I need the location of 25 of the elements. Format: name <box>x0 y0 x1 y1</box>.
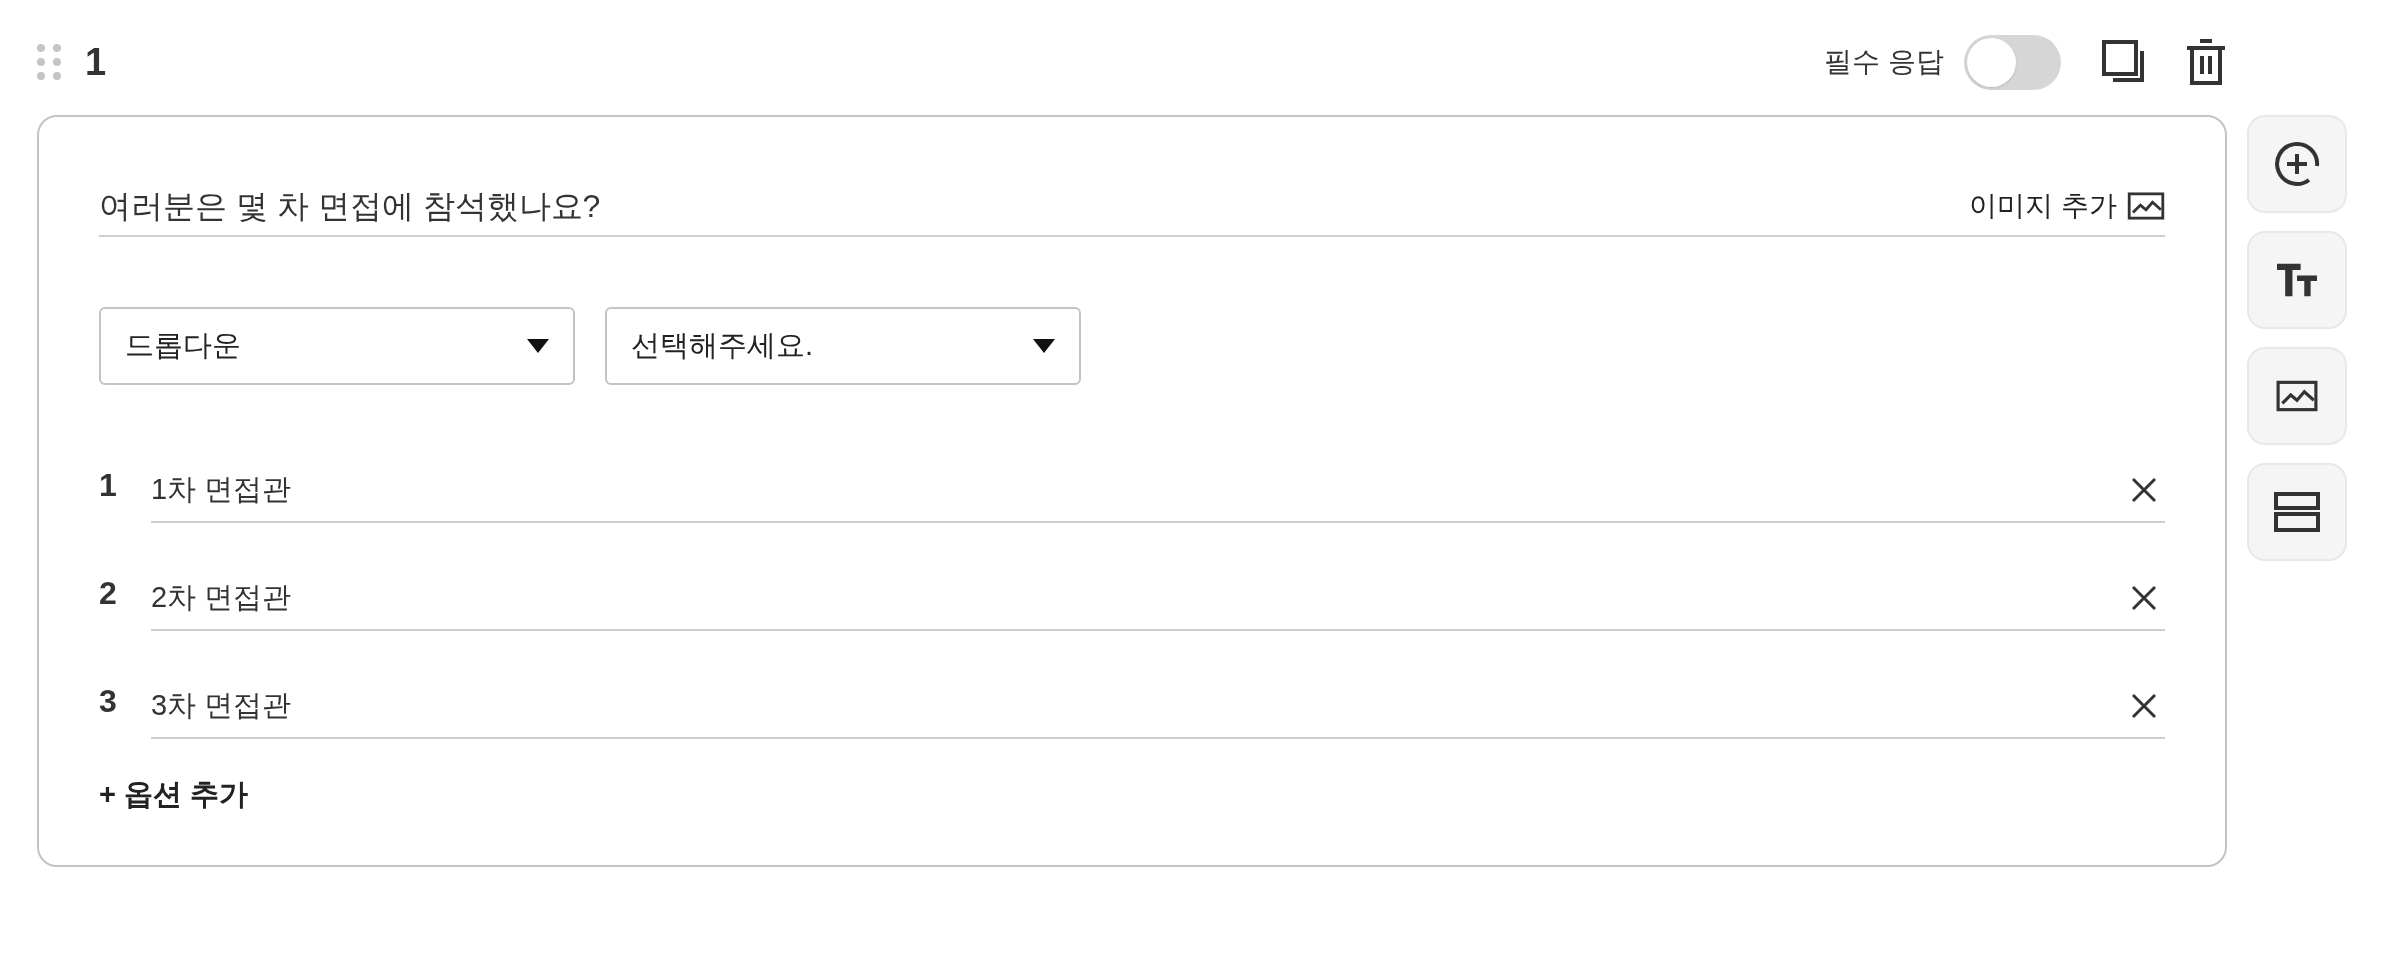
close-icon[interactable] <box>2131 693 2157 719</box>
close-icon[interactable] <box>2131 477 2157 503</box>
option-number: 2 <box>99 574 118 613</box>
close-icon[interactable] <box>2131 585 2157 611</box>
dropdown-select[interactable]: 선택해주세요. <box>605 307 1081 385</box>
option-field[interactable]: 1차 면접관 <box>151 468 2131 512</box>
add-image-button[interactable]: 이미지 추가 <box>1969 185 2165 227</box>
option-field[interactable]: 3차 면접관 <box>151 684 2131 728</box>
option-field[interactable]: 2차 면접관 <box>151 576 2131 620</box>
image-icon[interactable] <box>2247 347 2347 445</box>
option-number: 1 <box>99 466 118 505</box>
add-option-button[interactable]: + 옵션 추가 <box>99 773 249 817</box>
trash-icon[interactable] <box>2185 38 2227 86</box>
question-field[interactable]: 여러분은 몇 차 면접에 참석했나요? <box>99 182 1970 230</box>
question-number: 1 <box>85 39 107 85</box>
dropdown-select[interactable]: 드롭다운 <box>99 307 575 385</box>
caret-icon <box>527 339 549 353</box>
copy-icon[interactable] <box>2101 39 2147 85</box>
required-label: 필수 응답 <box>1824 45 1944 79</box>
text-size-icon[interactable] <box>2247 231 2347 329</box>
section-icon[interactable] <box>2247 463 2347 561</box>
image-icon <box>2127 192 2165 220</box>
caret-icon <box>1033 339 1055 353</box>
option-number: 3 <box>99 682 118 721</box>
drag-handle-icon[interactable] <box>37 44 61 80</box>
